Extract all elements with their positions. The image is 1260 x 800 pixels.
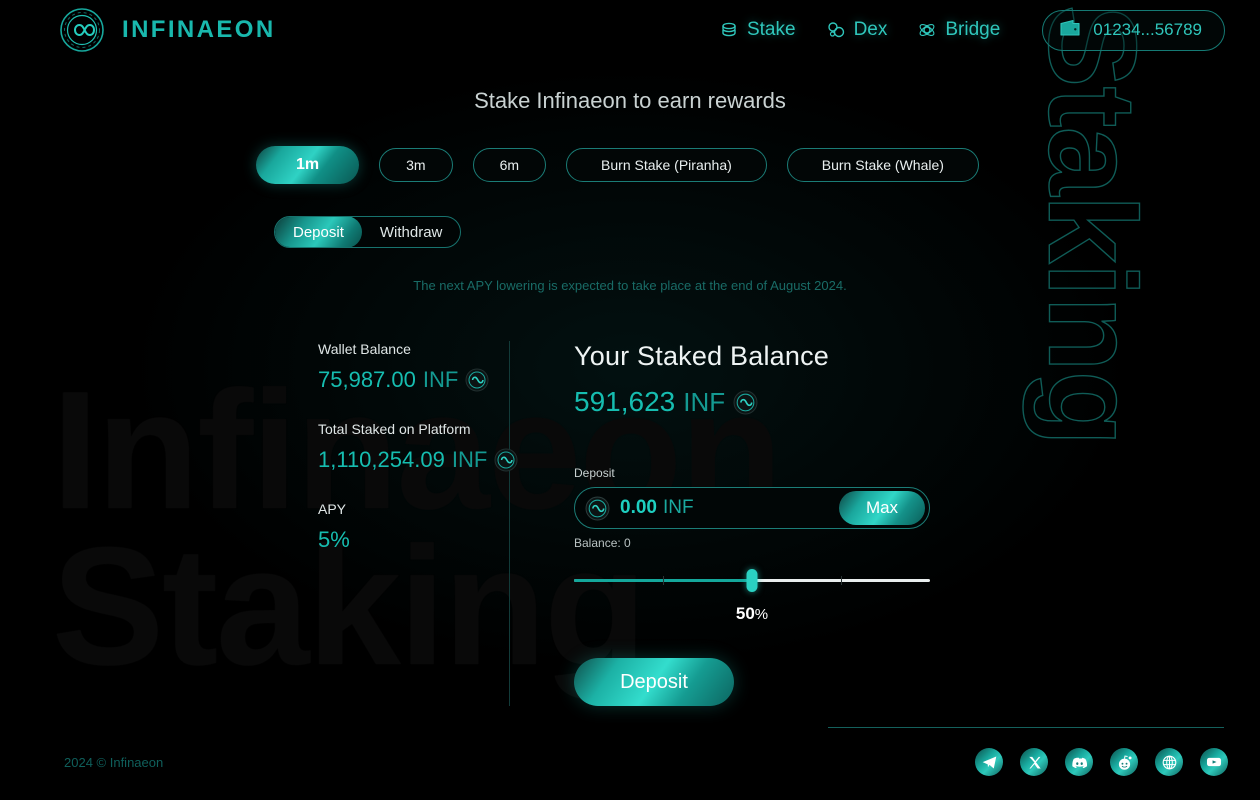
brand-name: INFINAEON	[122, 16, 276, 43]
nav-item-stake[interactable]: Stake	[719, 19, 796, 41]
stats-column: Wallet Balance 75,987.00 INF Total Stake…	[318, 341, 518, 706]
stat-wallet-balance: Wallet Balance 75,987.00 INF	[318, 341, 491, 393]
stat-label-total-staked: Total Staked on Platform	[318, 421, 471, 437]
stake-form-column: Your Staked Balance 591,623 INF Deposit	[510, 341, 930, 706]
slider-thumb[interactable]	[746, 569, 758, 592]
deposit-amount-input[interactable]: 0.00 INF	[620, 497, 694, 519]
telegram-icon[interactable]	[975, 748, 1003, 776]
deposit-field-label: Deposit	[574, 466, 615, 480]
coins-icon	[719, 20, 739, 40]
deposit-amount-value: 0.00	[620, 497, 657, 518]
infinity-circle-logo-icon	[60, 8, 104, 52]
stat-number-total-staked: 1,110,254.09	[318, 447, 445, 472]
stat-total-staked: Total Staked on Platform 1,110,254.09 IN…	[318, 421, 518, 473]
duration-tab-1m[interactable]: 1m	[256, 146, 360, 184]
inf-token-icon	[733, 390, 758, 414]
wallet-address-button[interactable]: 01234...56789	[1042, 9, 1225, 51]
copyright-text: 2024 © Infinaeon	[64, 754, 164, 770]
reddit-icon[interactable]	[1110, 748, 1138, 776]
stat-unit-total-staked: INF	[451, 447, 488, 472]
nav-label-stake: Stake	[746, 19, 796, 40]
staked-balance-value: 591,623 INF	[574, 386, 930, 418]
duration-tab-burn-whale[interactable]: Burn Stake (Whale)	[786, 148, 979, 182]
stat-number-wallet-balance: 75,987.00	[318, 367, 416, 392]
deposit-input-row[interactable]: 0.00 INF Max	[574, 487, 930, 529]
amount-slider[interactable]	[574, 569, 930, 592]
social-links	[975, 748, 1228, 776]
youtube-icon[interactable]	[1200, 748, 1228, 776]
deposit-submit-button[interactable]: Deposit	[574, 658, 734, 706]
deposit-amount-currency: INF	[662, 497, 694, 518]
slider-tick-25	[663, 576, 664, 585]
stat-apy: APY 5%	[318, 501, 491, 553]
wallet-address-text: 01234...56789	[1093, 20, 1202, 39]
mode-toggle-row: Deposit Withdraw	[0, 216, 1260, 248]
staking-page: Infinaeon Staking Staking INFINAEON Stak…	[0, 0, 1260, 800]
stat-label-apy: APY	[318, 501, 347, 517]
nav-label-dex: Dex	[853, 19, 888, 40]
staked-balance-unit: INF	[683, 386, 726, 417]
staking-panel: Wallet Balance 75,987.00 INF Total Stake…	[0, 341, 1260, 706]
site-footer: 2024 © Infinaeon	[0, 738, 1260, 786]
main-nav: Stake Dex Bridge 01234...56789	[719, 9, 1225, 51]
molecule-icon	[826, 20, 846, 40]
stat-number-apy: 5%	[318, 527, 350, 552]
duration-tab-3m[interactable]: 3m	[379, 148, 453, 182]
duration-tab-burn-piranha[interactable]: Burn Stake (Piranha)	[566, 148, 767, 182]
footer-divider	[828, 727, 1224, 728]
atom-icon	[917, 20, 937, 40]
duration-tabs: 1m 3m 6m Burn Stake (Piranha) Burn Stake…	[0, 146, 1260, 184]
duration-tab-6m[interactable]: 6m	[472, 148, 547, 182]
stat-value-total-staked: 1,110,254.09 INF	[318, 447, 518, 473]
wallet-icon	[1059, 19, 1081, 42]
stat-unit-wallet-balance: INF	[422, 367, 459, 392]
inf-token-icon	[585, 496, 610, 520]
x-twitter-icon[interactable]	[1020, 748, 1048, 776]
apy-notice: The next APY lowering is expected to tak…	[413, 278, 847, 293]
nav-item-dex[interactable]: Dex	[826, 19, 888, 41]
slider-percent-number: 50	[735, 604, 755, 623]
mode-option-deposit[interactable]: Deposit	[275, 217, 362, 247]
staked-balance-number: 591,623	[574, 386, 676, 417]
website-globe-icon[interactable]	[1155, 748, 1183, 776]
brand-logo[interactable]: INFINAEON	[58, 6, 276, 54]
discord-icon[interactable]	[1065, 748, 1093, 776]
slider-percent-symbol: %	[754, 606, 769, 623]
stat-value-apy: 5%	[318, 527, 491, 553]
page-title: Stake Infinaeon to earn rewards	[474, 88, 786, 113]
mode-option-withdraw[interactable]: Withdraw	[362, 217, 461, 247]
slider-tick-75	[841, 576, 842, 585]
mode-toggle: Deposit Withdraw	[274, 216, 462, 248]
inf-token-icon	[465, 368, 489, 392]
nav-item-bridge[interactable]: Bridge	[917, 19, 1000, 41]
staked-balance-title: Your Staked Balance	[574, 341, 829, 371]
deposit-balance-note: Balance: 0	[574, 536, 631, 550]
max-button[interactable]: Max	[839, 491, 925, 525]
stat-value-wallet-balance: 75,987.00 INF	[318, 367, 491, 393]
stat-label-wallet-balance: Wallet Balance	[318, 341, 411, 357]
nav-label-bridge: Bridge	[945, 19, 1001, 40]
slider-percent-label: 50%	[574, 604, 930, 624]
submit-row: Deposit	[574, 658, 930, 706]
site-header: INFINAEON Stake Dex Bridge 01234...56789	[0, 0, 1260, 60]
